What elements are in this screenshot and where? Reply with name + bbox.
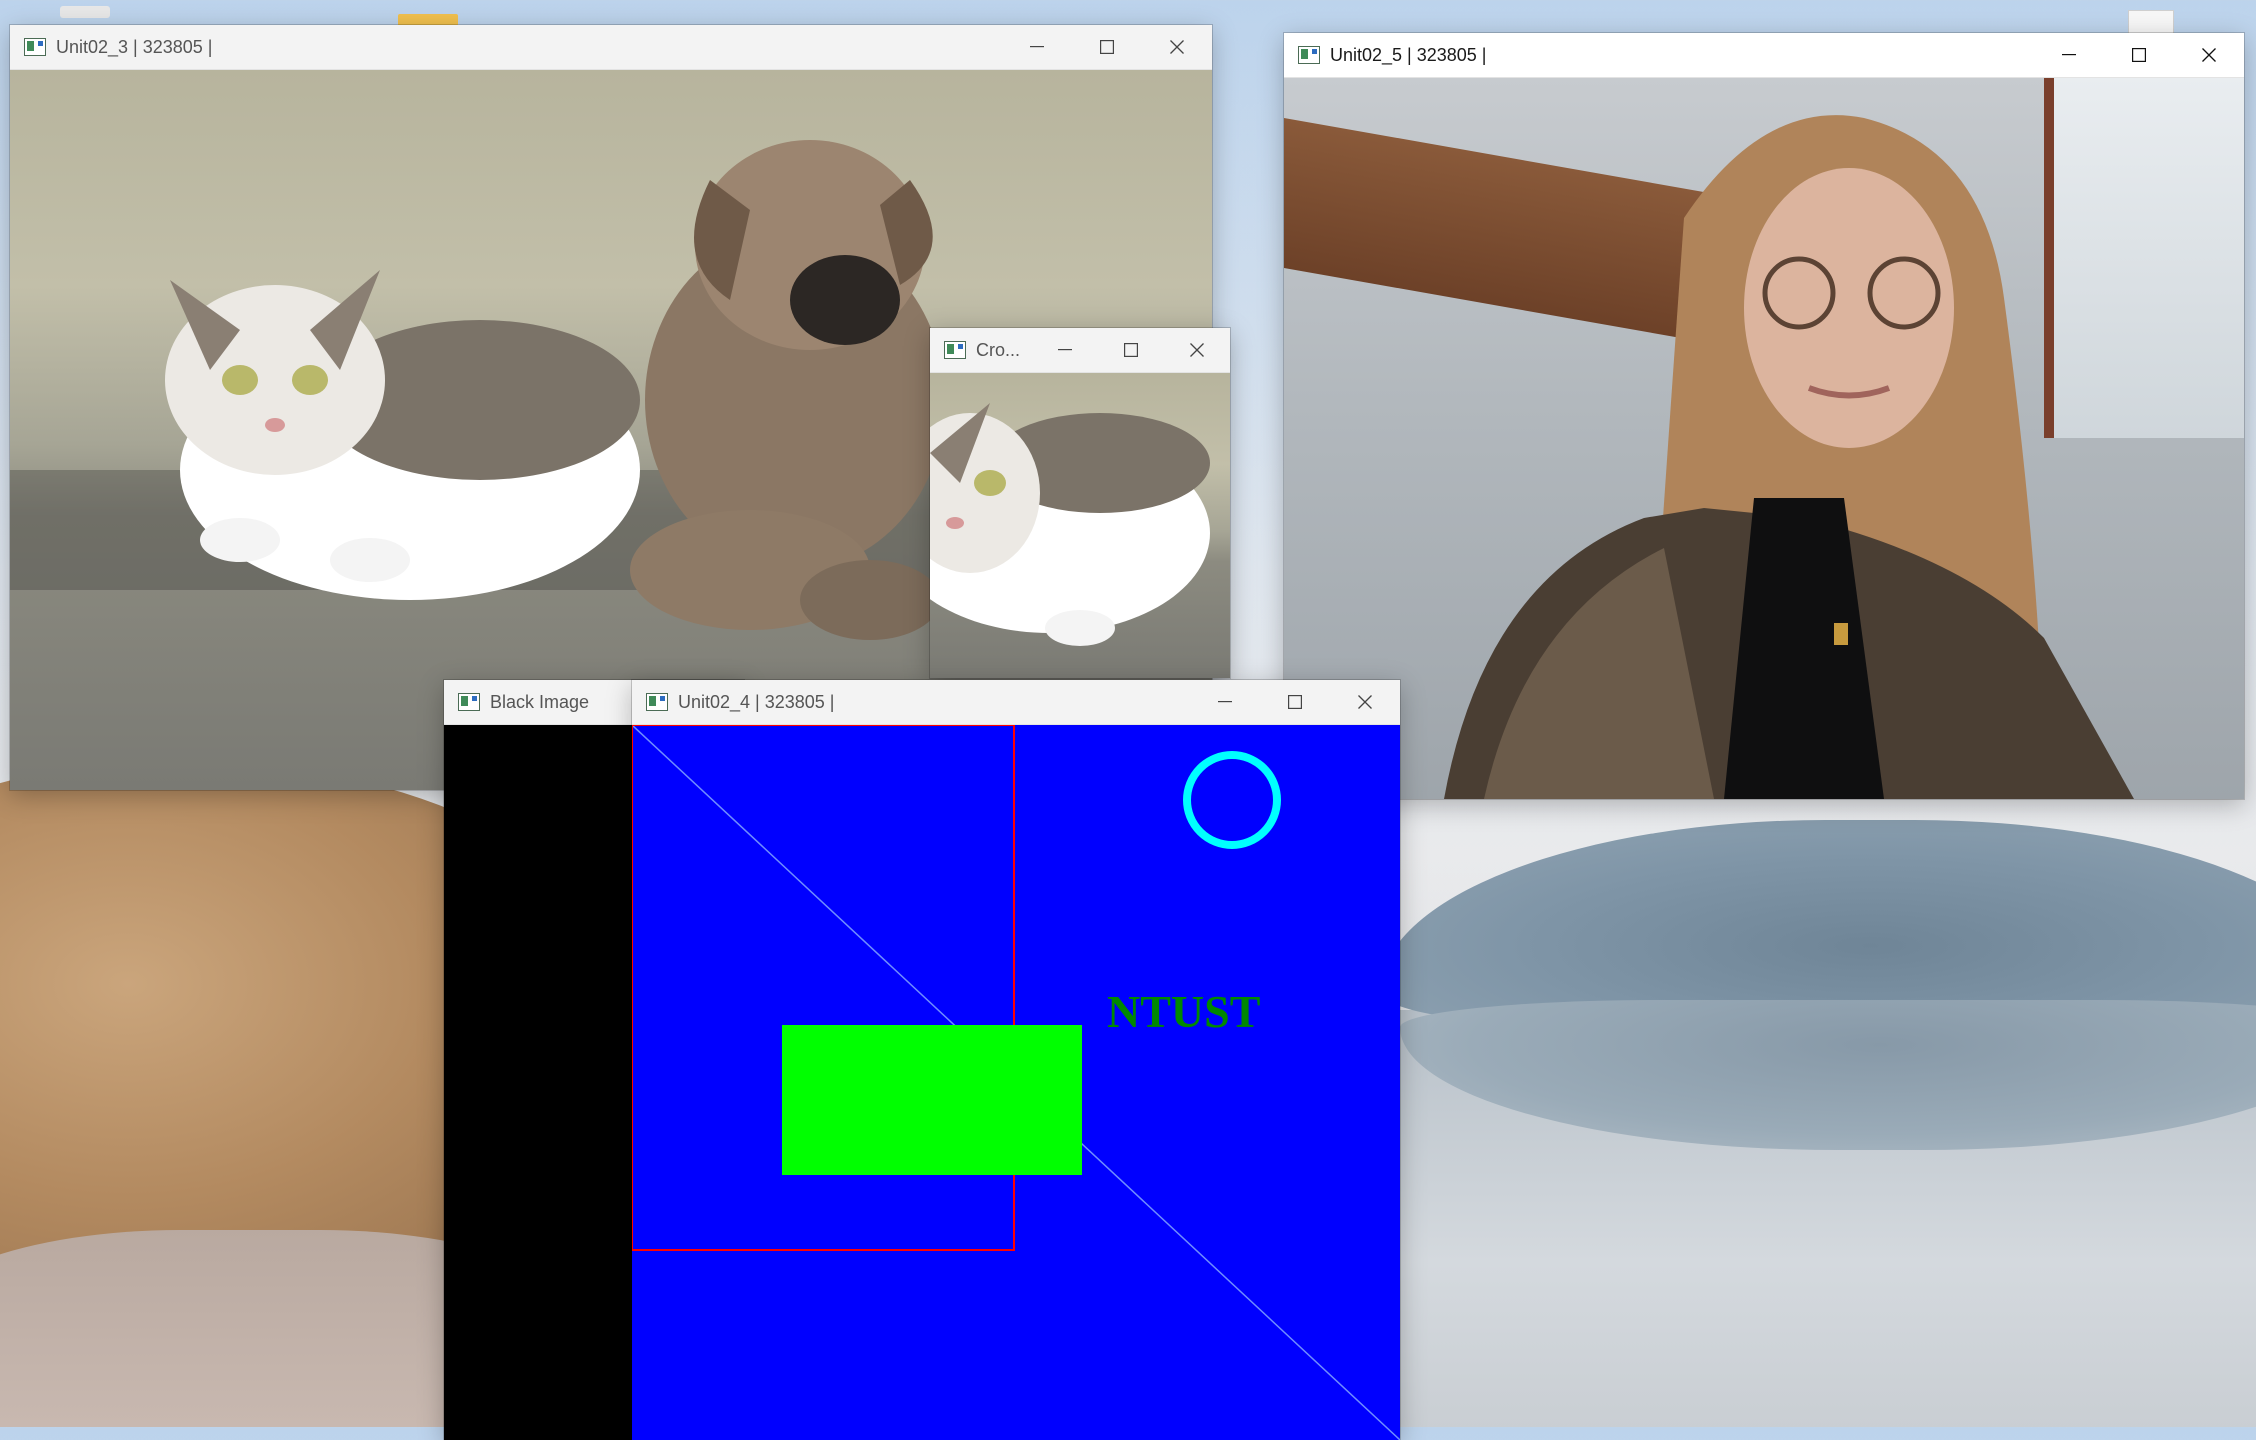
webcam-person-image bbox=[1444, 115, 2134, 799]
window-unit02-4[interactable]: Unit02_4 | 323805 | NTUST bbox=[632, 680, 1400, 1440]
green-filled-rectangle bbox=[782, 1025, 1082, 1175]
drawing-canvas-svg: NTUST bbox=[632, 725, 1400, 1440]
opencv-window-icon bbox=[944, 341, 966, 359]
window-title: Cro... bbox=[976, 339, 1021, 360]
titlebar-unit02-3[interactable]: Unit02_3 | 323805 | bbox=[10, 25, 1212, 70]
opencv-window-icon bbox=[458, 693, 480, 711]
minimize-icon[interactable] bbox=[1002, 25, 1072, 69]
opencv-window-icon bbox=[24, 38, 46, 56]
window-title: Unit02_4 | 323805 | bbox=[678, 691, 835, 712]
opencv-window-icon bbox=[646, 693, 668, 711]
wallpaper-grass-hill-right bbox=[1380, 820, 2256, 1030]
cropped-cat-photo bbox=[930, 403, 1210, 646]
minimize-icon[interactable] bbox=[1032, 328, 1098, 372]
maximize-icon[interactable] bbox=[1098, 328, 1164, 372]
close-icon[interactable] bbox=[1142, 25, 1212, 69]
close-icon[interactable] bbox=[1330, 680, 1400, 724]
ntust-text: NTUST bbox=[1107, 986, 1260, 1037]
opencv-window-icon bbox=[1298, 46, 1320, 64]
minimize-icon[interactable] bbox=[1190, 680, 1260, 724]
window-title: Unit02_5 | 323805 | bbox=[1330, 44, 1487, 65]
maximize-icon[interactable] bbox=[1072, 25, 1142, 69]
drawing-canvas: NTUST bbox=[632, 725, 1400, 1440]
window-crop[interactable]: Cro... bbox=[930, 328, 1230, 678]
maximize-icon[interactable] bbox=[2104, 33, 2174, 77]
image-cropped-cat bbox=[930, 373, 1230, 678]
webcam-feed bbox=[1284, 78, 2244, 799]
desktop-icon[interactable] bbox=[60, 6, 110, 18]
titlebar-crop[interactable]: Cro... bbox=[930, 328, 1230, 373]
titlebar-unit02-4[interactable]: Unit02_4 | 323805 | bbox=[632, 680, 1400, 725]
titlebar-unit02-5[interactable]: Unit02_5 | 323805 | bbox=[1284, 33, 2244, 78]
maximize-icon[interactable] bbox=[1260, 680, 1330, 724]
window-unit02-5[interactable]: Unit02_5 | 323805 | bbox=[1284, 33, 2244, 799]
close-icon[interactable] bbox=[2174, 33, 2244, 77]
close-icon[interactable] bbox=[1164, 328, 1230, 372]
minimize-icon[interactable] bbox=[2034, 33, 2104, 77]
window-title: Unit02_3 | 323805 | bbox=[56, 36, 213, 57]
